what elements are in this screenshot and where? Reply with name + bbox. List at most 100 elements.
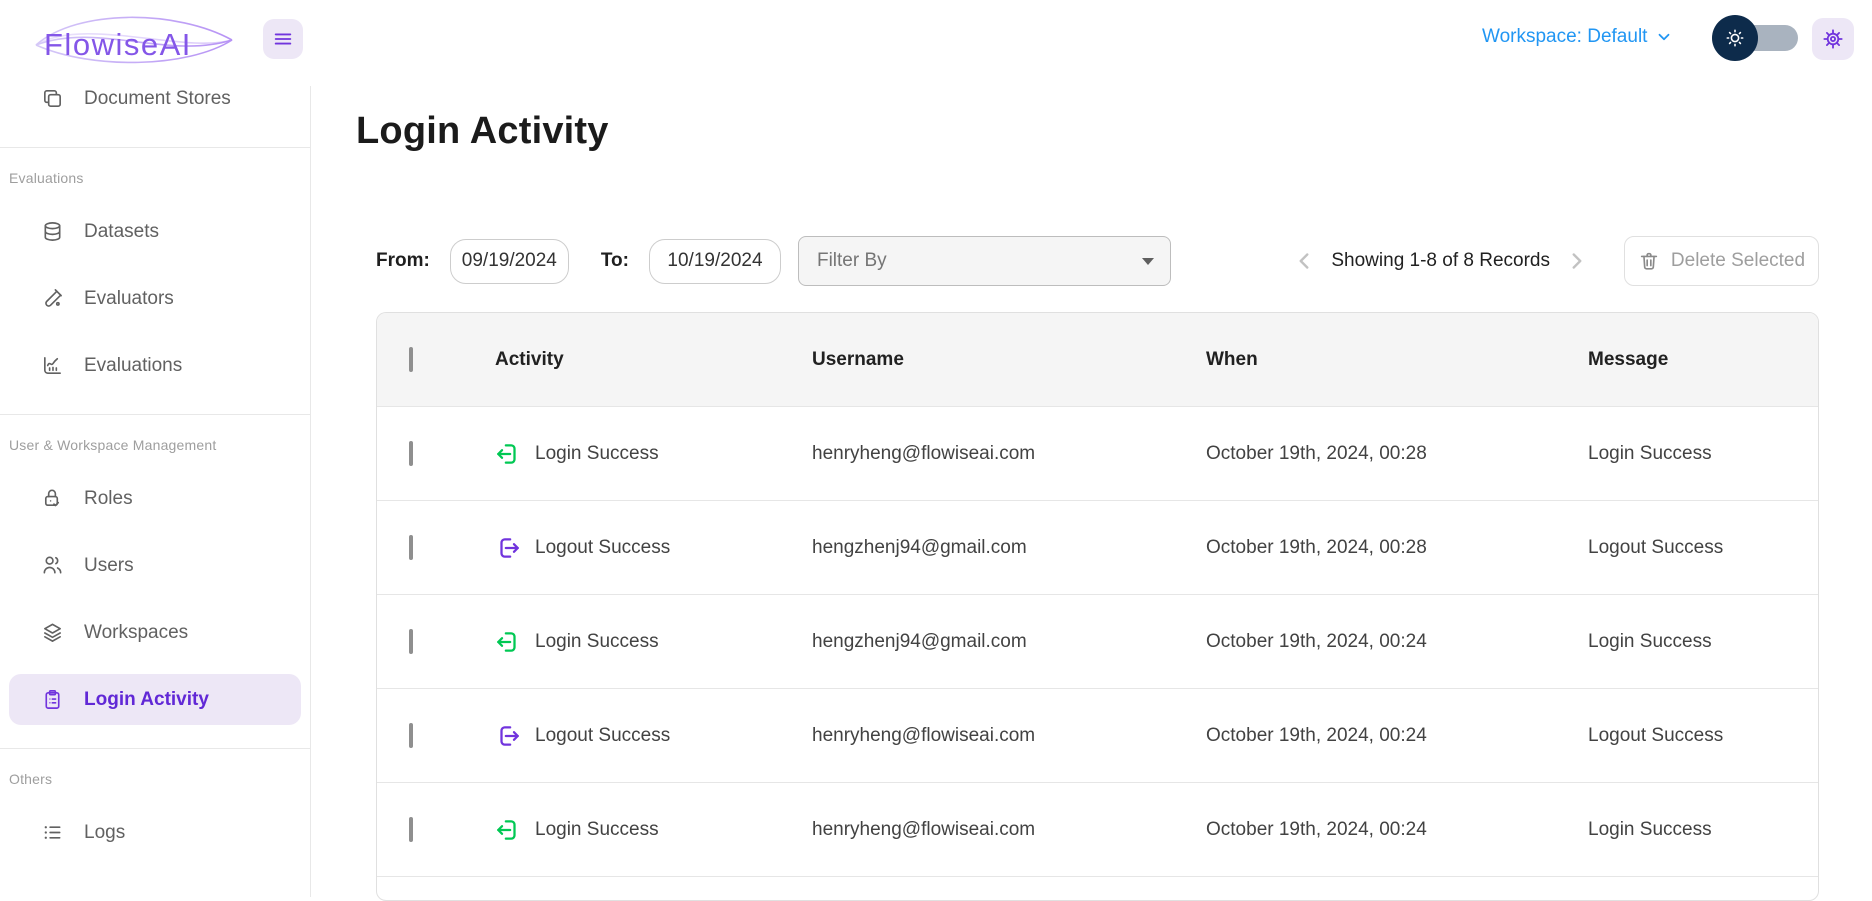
when-cell: October 19th, 2024, 00:24 xyxy=(1206,631,1588,653)
chart-icon xyxy=(41,354,64,377)
username-cell: henryheng@flowiseai.com xyxy=(812,443,1206,465)
sidebar-item-label: Evaluators xyxy=(84,288,174,310)
when-cell: October 19th, 2024, 00:28 xyxy=(1206,443,1588,465)
chevron-left-icon xyxy=(1291,248,1317,274)
select-all-checkbox[interactable] xyxy=(409,347,413,372)
username-cell: henryheng@flowiseai.com xyxy=(812,819,1206,841)
next-page-button[interactable] xyxy=(1564,248,1590,274)
table-row: Login Success hengzhenj94@gmail.com Octo… xyxy=(377,594,1818,688)
row-checkbox[interactable] xyxy=(409,723,413,748)
gear-icon xyxy=(1821,27,1845,51)
sidebar-item-workspaces[interactable]: Workspaces xyxy=(9,607,301,658)
row-checkbox[interactable] xyxy=(409,629,413,654)
sidebar-divider xyxy=(0,147,310,148)
message-cell: Login Success xyxy=(1588,443,1818,465)
message-cell: Login Success xyxy=(1588,819,1818,841)
workspace-selector[interactable]: Workspace: Default xyxy=(1482,26,1673,48)
lock-check-icon xyxy=(41,487,64,510)
sidebar-item-label: Datasets xyxy=(84,221,159,243)
table-row: Login Success henryheng@flowiseai.com Oc… xyxy=(377,782,1818,876)
to-label: To: xyxy=(601,250,629,272)
message-cell: Login Success xyxy=(1588,631,1818,653)
sidebar-section-title: Others xyxy=(9,771,301,787)
logo-text: FlowiseAI xyxy=(44,27,192,62)
sidebar-item-evaluators[interactable]: Evaluators xyxy=(9,273,301,324)
row-checkbox[interactable] xyxy=(409,441,413,466)
column-header-message: Message xyxy=(1588,349,1818,371)
sidebar-section-title: Evaluations xyxy=(9,170,301,186)
sidebar-item-label: Evaluations xyxy=(84,355,182,377)
settings-button[interactable] xyxy=(1812,18,1854,60)
to-date-input[interactable]: 10/19/2024 xyxy=(649,239,781,284)
username-cell: hengzhenj94@gmail.com xyxy=(812,537,1206,559)
sidebar-item-label: Workspaces xyxy=(84,622,188,644)
users-icon xyxy=(41,554,64,577)
previous-page-button[interactable] xyxy=(1291,248,1317,274)
sidebar-item-roles[interactable]: Roles xyxy=(9,473,301,524)
when-cell: October 19th, 2024, 00:24 xyxy=(1206,819,1588,841)
column-header-when: When xyxy=(1206,349,1588,371)
sidebar-item-evaluations[interactable]: Evaluations xyxy=(9,340,301,391)
toolbar: From: 09/19/2024 To: 10/19/2024 Filter B… xyxy=(376,236,1819,286)
sidebar-section-title: User & Workspace Management xyxy=(9,437,301,453)
sidebar-item-label: Users xyxy=(84,555,134,577)
from-label: From: xyxy=(376,250,430,272)
test-pipe-icon xyxy=(41,287,64,310)
sun-icon xyxy=(1723,26,1747,50)
table-row-partial xyxy=(377,876,1818,900)
sidebar-toggle-button[interactable] xyxy=(263,19,303,59)
trash-icon xyxy=(1638,250,1660,272)
sidebar-item-document-stores[interactable]: Document Stores xyxy=(9,86,301,124)
chevron-down-icon xyxy=(1655,28,1673,46)
when-cell: October 19th, 2024, 00:28 xyxy=(1206,537,1588,559)
table-header-row: Activity Username When Message xyxy=(377,313,1818,406)
sidebar-divider xyxy=(0,414,310,415)
login-activity-table: Activity Username When Message Login Suc… xyxy=(376,312,1819,901)
menu-icon xyxy=(272,28,294,50)
from-date-input[interactable]: 09/19/2024 xyxy=(450,239,569,284)
activity-label: Login Success xyxy=(535,443,659,465)
delete-selected-label: Delete Selected xyxy=(1671,250,1805,272)
table-row: Login Success henryheng@flowiseai.com Oc… xyxy=(377,406,1818,500)
login-icon xyxy=(495,817,521,843)
copy-icon xyxy=(41,87,64,110)
logout-icon xyxy=(495,723,521,749)
workspace-label: Workspace: Default xyxy=(1482,26,1647,48)
sidebar: Document Stores Evaluations Datasets Eva… xyxy=(0,86,311,897)
column-header-username: Username xyxy=(812,349,1206,371)
flowise-logo: FlowiseAI xyxy=(28,10,240,74)
login-icon xyxy=(495,441,521,467)
login-icon xyxy=(495,629,521,655)
logout-icon xyxy=(495,535,521,561)
sidebar-item-login-activity[interactable]: Login Activity xyxy=(9,674,301,725)
delete-selected-button[interactable]: Delete Selected xyxy=(1624,236,1819,286)
username-cell: hengzhenj94@gmail.com xyxy=(812,631,1206,653)
activity-label: Logout Success xyxy=(535,725,670,747)
sidebar-item-datasets[interactable]: Datasets xyxy=(9,206,301,257)
page-title: Login Activity xyxy=(356,110,1872,153)
table-row: Logout Success hengzhenj94@gmail.com Oct… xyxy=(377,500,1818,594)
sidebar-item-label: Document Stores xyxy=(84,88,231,110)
database-icon xyxy=(41,220,64,243)
sidebar-item-logs[interactable]: Logs xyxy=(9,807,301,858)
row-checkbox[interactable] xyxy=(409,817,413,842)
sidebar-item-label: Login Activity xyxy=(84,689,209,711)
chevron-right-icon xyxy=(1564,248,1590,274)
clipboard-list-icon xyxy=(41,688,64,711)
filter-by-select[interactable]: Filter By xyxy=(798,236,1171,286)
sidebar-divider xyxy=(0,748,310,749)
dropdown-arrow-icon xyxy=(1142,258,1154,265)
pagination-summary: Showing 1-8 of 8 Records xyxy=(1331,250,1550,272)
pagination: Showing 1-8 of 8 Records xyxy=(1291,248,1590,274)
message-cell: Logout Success xyxy=(1588,725,1818,747)
sidebar-item-users[interactable]: Users xyxy=(9,540,301,591)
username-cell: henryheng@flowiseai.com xyxy=(812,725,1206,747)
row-checkbox[interactable] xyxy=(409,535,413,560)
dark-mode-toggle[interactable] xyxy=(1712,14,1798,62)
sidebar-item-label: Roles xyxy=(84,488,133,510)
list-icon xyxy=(41,821,64,844)
sidebar-item-label: Logs xyxy=(84,822,125,844)
activity-label: Login Success xyxy=(535,819,659,841)
activity-label: Login Success xyxy=(535,631,659,653)
when-cell: October 19th, 2024, 00:24 xyxy=(1206,725,1588,747)
